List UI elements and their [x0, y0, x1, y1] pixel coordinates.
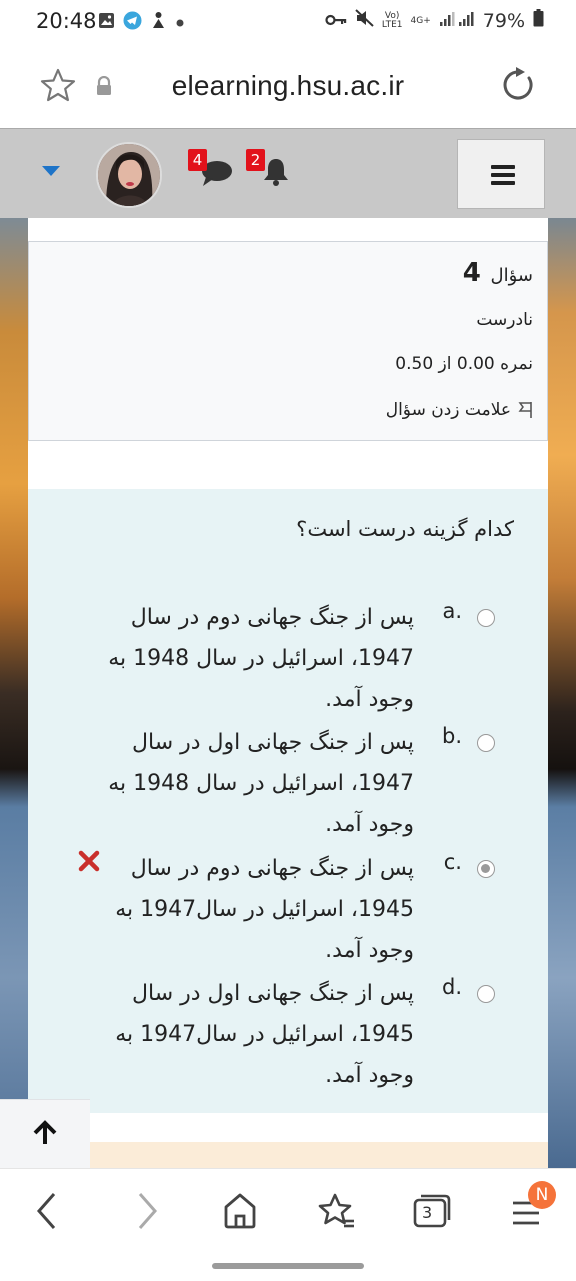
question-content: کدام گزینه درست است؟ a. پس از جنگ جهانی … — [28, 489, 548, 1113]
answer-text-d: پس از جنگ جهانی اول در سال 1945، اسرائیل… — [115, 981, 414, 1088]
menu-new-badge: N — [528, 1181, 556, 1209]
volte-indicator: Vo) LTE1 — [381, 11, 403, 30]
status-system-icons: Vo) LTE1 4G+ 79% — [325, 9, 544, 32]
status-time: 20:48 — [36, 9, 97, 33]
mute-icon — [355, 9, 374, 32]
hamburger-bar — [491, 181, 515, 185]
status-notification-icons — [98, 11, 185, 34]
bookmarks-icon[interactable] — [318, 1191, 356, 1235]
answer-radio-a[interactable] — [477, 609, 495, 627]
incorrect-cross-icon — [78, 850, 100, 876]
url-text[interactable]: elearning.hsu.ac.ir — [0, 70, 576, 102]
page-background-right — [548, 218, 576, 1168]
telegram-icon — [123, 11, 142, 34]
answer-option-c[interactable]: c. پس از جنگ جهانی دوم در سال 1945، اسرا… — [28, 844, 548, 964]
tab-count: 3 — [422, 1203, 433, 1222]
signal-strength-icon — [439, 10, 475, 32]
answer-option-a[interactable]: a. پس از جنگ جهانی دوم در سال 1947، اسرا… — [28, 593, 548, 713]
user-menu-caret-icon[interactable] — [42, 166, 60, 176]
question-state: نادرست — [476, 310, 533, 330]
question-grade: نمره 0.00 از 0.50 — [395, 354, 533, 374]
lte-label: LTE1 — [381, 19, 403, 30]
answer-radio-c[interactable] — [477, 860, 495, 878]
messages-count-badge: 4 — [188, 149, 207, 171]
question-info-box: سؤال 4 نادرست نمره 0.00 از 0.50 علامت زد… — [28, 241, 548, 441]
page-background-left — [0, 218, 28, 1168]
question-text: کدام گزینه درست است؟ — [296, 517, 514, 541]
answer-text-c: پس از جنگ جهانی دوم در سال 1945، اسرائیل… — [115, 856, 414, 963]
back-to-top-button[interactable] — [0, 1099, 90, 1168]
status-bar: 20:48 Vo) LTE1 4G+ 79% — [0, 0, 576, 44]
gesture-navigation-bar[interactable] — [212, 1263, 364, 1269]
flag-question-link[interactable]: علامت زدن سؤال — [386, 400, 533, 420]
answer-text-a: پس از جنگ جهانی دوم در سال 1947، اسرائیل… — [108, 605, 414, 712]
answer-radio-b[interactable] — [477, 734, 495, 752]
next-section-strip — [90, 1142, 548, 1168]
app-notification-icon — [150, 11, 167, 34]
back-arrow-icon[interactable] — [36, 1191, 58, 1235]
question-number: سؤال 4 — [463, 258, 533, 288]
hamburger-menu-button[interactable] — [457, 139, 545, 209]
flag-icon — [518, 402, 532, 418]
home-icon[interactable] — [222, 1191, 258, 1235]
question-number-value: 4 — [462, 258, 481, 288]
answer-text-b: پس از جنگ جهانی اول در سال 1947، اسرائیل… — [108, 730, 414, 837]
gallery-icon — [98, 12, 115, 33]
answer-letter-a: a. — [442, 599, 462, 623]
forward-arrow-icon[interactable] — [136, 1191, 158, 1235]
answer-option-b[interactable]: b. پس از جنگ جهانی اول در سال 1947، اسرا… — [28, 718, 548, 838]
answer-radio-d[interactable] — [477, 985, 495, 1003]
battery-percent: 79% — [482, 9, 525, 32]
notifications-bell-icon[interactable] — [262, 157, 290, 191]
flag-question-label: علامت زدن سؤال — [385, 400, 511, 420]
answer-letter-b: b. — [441, 724, 462, 748]
site-navbar: 4 2 — [0, 128, 576, 219]
hamburger-menu-icon — [491, 165, 515, 169]
notifications-count-badge: 2 — [246, 149, 265, 171]
arrow-up-icon — [33, 1120, 57, 1144]
network-gen-label: 4G+ — [410, 15, 431, 26]
answer-option-d[interactable]: d. پس از جنگ جهانی اول در سال 1945، اسرا… — [28, 969, 548, 1089]
reload-icon[interactable] — [499, 66, 537, 108]
hamburger-bar — [491, 173, 515, 177]
battery-icon — [533, 9, 544, 32]
tabs-button[interactable]: 3 — [412, 1191, 452, 1235]
user-avatar[interactable] — [96, 142, 162, 208]
vpn-key-icon — [325, 10, 347, 32]
answer-letter-d: d. — [441, 975, 462, 999]
question-label: سؤال — [490, 265, 533, 286]
more-notifications-dot-icon — [175, 13, 185, 32]
browser-address-bar: elearning.hsu.ac.ir — [0, 44, 576, 128]
answer-letter-c: c. — [443, 850, 462, 874]
